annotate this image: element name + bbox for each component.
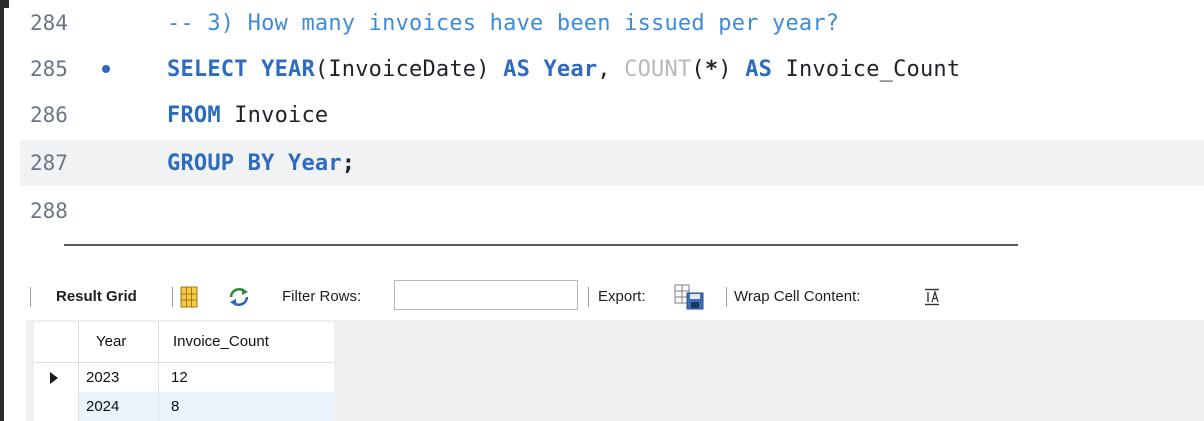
filter-rows-input[interactable] <box>394 280 578 310</box>
code-text: -- 3) How many invoices have been issued… <box>167 11 839 36</box>
filter-rows-label: Filter Rows: <box>282 288 362 305</box>
panel-splitter[interactable] <box>64 244 1018 246</box>
table-row[interactable]: 2023 12 <box>34 363 334 392</box>
refresh-icon[interactable] <box>228 287 250 307</box>
column-header-year[interactable]: Year <box>78 322 159 362</box>
row-selector-header <box>34 322 79 362</box>
window-frame-corner <box>4 0 9 8</box>
line-gutter: 286 <box>20 92 160 138</box>
toolbar-separator <box>588 287 589 307</box>
cell-invoice-count[interactable]: 8 <box>159 392 334 421</box>
code-line-287[interactable]: 287 GROUP BY Year; <box>20 140 1204 186</box>
line-gutter: 287 <box>20 140 160 186</box>
code-token-keyword: FROM <box>167 102 235 128</box>
code-token-plain: Invoice_Count <box>785 56 961 82</box>
code-token-plain: ) <box>718 56 746 82</box>
code-token-comment: -- 3) How many invoices have been issued… <box>167 10 840 36</box>
current-row-arrow-icon <box>50 372 58 384</box>
table-row[interactable]: 2024 8 <box>34 392 334 421</box>
line-gutter: 284 <box>20 0 160 46</box>
code-token-plain: ( <box>691 56 705 82</box>
code-line-286[interactable]: 286 FROM Invoice <box>20 92 1204 138</box>
code-token-keyword: SELECT <box>167 56 262 82</box>
column-header-invoice-count[interactable]: Invoice_Count <box>159 322 334 362</box>
code-line-284[interactable]: 284 -- 3) How many invoices have been is… <box>20 0 1204 46</box>
row-selector[interactable] <box>34 392 79 421</box>
code-token-bold-plain: ; <box>341 150 356 176</box>
code-line-285[interactable]: 285 SELECT YEAR(InvoiceDate) AS Year, CO… <box>20 46 1204 92</box>
result-toolbar: Result Grid Filter Rows: Export: Wrap Ce… <box>26 274 1204 320</box>
export-label: Export: <box>598 288 646 305</box>
cell-year[interactable]: 2024 <box>78 392 159 421</box>
window-frame-edge <box>0 0 4 421</box>
code-token-bold-plain: * <box>704 56 719 82</box>
code-token-plain: Invoice <box>234 102 329 128</box>
code-text: GROUP BY Year; <box>167 151 355 176</box>
line-number: 288 <box>30 199 68 223</box>
code-line-288[interactable]: 288 <box>20 188 1204 234</box>
code-text: SELECT YEAR(InvoiceDate) AS Year, COUNT(… <box>167 57 960 82</box>
line-number: 285 <box>30 57 68 81</box>
sql-editor[interactable]: 284 -- 3) How many invoices have been is… <box>20 0 1204 232</box>
code-token-func: COUNT <box>624 56 692 82</box>
code-token-keyword: Year <box>288 150 342 176</box>
line-number: 286 <box>30 103 68 127</box>
toolbar-separator <box>726 287 727 307</box>
result-panel: Result Grid Filter Rows: Export: Wrap Ce… <box>26 274 1204 421</box>
line-number: 284 <box>30 11 68 35</box>
cell-year[interactable]: 2023 <box>78 363 159 392</box>
code-token-plain: , <box>597 56 625 82</box>
wrap-cell-content-label: Wrap Cell Content: <box>734 288 861 305</box>
row-selector[interactable] <box>34 363 79 392</box>
toolbar-separator <box>172 287 173 307</box>
statement-marker-icon <box>102 65 110 73</box>
code-token-keyword: AS <box>745 56 786 82</box>
line-gutter: 285 <box>20 46 160 92</box>
code-token-plain: (InvoiceDate) <box>314 56 504 82</box>
grid-header: Year Invoice_Count <box>34 322 334 363</box>
line-gutter: 288 <box>20 188 160 234</box>
toolbar-separator <box>30 287 31 307</box>
code-token-keyword: AS <box>503 56 544 82</box>
cell-invoice-count[interactable]: 12 <box>159 363 334 392</box>
code-token-keyword: Year <box>543 56 598 82</box>
code-token-keyword: GROUP BY <box>167 150 289 176</box>
wrap-icon[interactable] <box>924 288 940 306</box>
result-grid-tab[interactable]: Result Grid <box>56 287 137 307</box>
export-icon[interactable] <box>674 284 706 310</box>
line-number: 287 <box>30 151 68 175</box>
grid-icon[interactable] <box>180 286 198 308</box>
result-grid[interactable]: Year Invoice_Count 2023 12 2024 8 <box>34 322 334 421</box>
code-text: FROM Invoice <box>167 103 328 128</box>
code-token-func-kw: YEAR <box>261 56 315 82</box>
